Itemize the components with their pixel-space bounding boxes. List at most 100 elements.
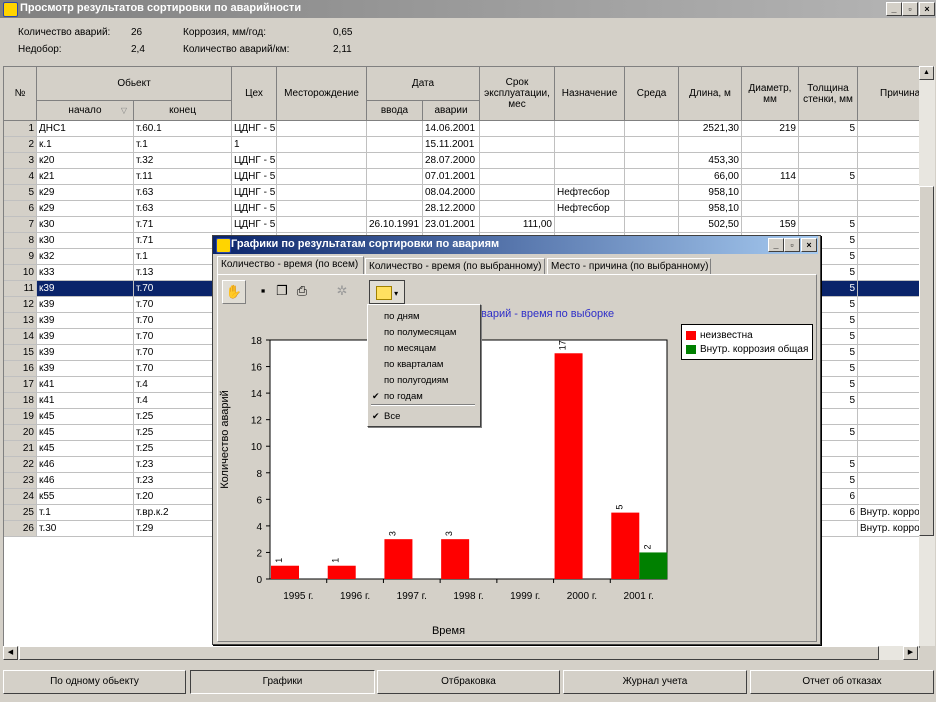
cell-shop[interactable]: ЦДНГ - 5 <box>232 169 277 185</box>
menu-item-years[interactable]: ✔ по годам <box>368 389 478 404</box>
cell-date_in[interactable] <box>367 185 423 201</box>
cell-end[interactable]: т.11 <box>134 169 232 185</box>
cell-shop[interactable]: ЦДНГ - 5 <box>232 185 277 201</box>
cell-end[interactable]: т.63 <box>134 201 232 217</box>
cell-cause[interactable] <box>858 425 919 441</box>
cell-n[interactable]: 26 <box>4 521 37 537</box>
cell-wall[interactable]: 5 <box>799 121 858 137</box>
cell-field[interactable] <box>277 185 367 201</box>
cell-start[interactable]: к20 <box>37 153 134 169</box>
menu-item-halfmonths[interactable]: по полумесяцам <box>368 325 478 340</box>
cell-start[interactable]: т.30 <box>37 521 134 537</box>
cell-start[interactable]: к39 <box>37 345 134 361</box>
cell-n[interactable]: 2 <box>4 137 37 153</box>
cell-start[interactable]: к45 <box>37 409 134 425</box>
cell-start[interactable]: к21 <box>37 169 134 185</box>
cell-date_fail[interactable]: 23.01.2001 <box>423 217 480 233</box>
cell-start[interactable]: ДНС1 <box>37 121 134 137</box>
cell-start[interactable]: к39 <box>37 361 134 377</box>
cell-n[interactable]: 24 <box>4 489 37 505</box>
cell-n[interactable]: 10 <box>4 265 37 281</box>
cell-diam[interactable]: 159 <box>742 217 799 233</box>
cell-start[interactable]: к32 <box>37 249 134 265</box>
cell-end[interactable]: т.32 <box>134 153 232 169</box>
cell-cause[interactable] <box>858 409 919 425</box>
close-button[interactable]: × <box>919 2 935 16</box>
cell-medium[interactable] <box>625 217 679 233</box>
cell-n[interactable]: 20 <box>4 425 37 441</box>
cell-date_fail[interactable]: 28.12.2000 <box>423 201 480 217</box>
cell-cause[interactable]: Внутр. корроз <box>858 505 919 521</box>
cell-n[interactable]: 9 <box>4 249 37 265</box>
cell-wall[interactable] <box>799 201 858 217</box>
cell-length[interactable]: 502,50 <box>679 217 742 233</box>
cell-medium[interactable] <box>625 201 679 217</box>
cell-medium[interactable] <box>625 153 679 169</box>
col-header-cause[interactable]: Причина <box>858 67 919 121</box>
cell-n[interactable]: 14 <box>4 329 37 345</box>
cell-start[interactable]: к29 <box>37 201 134 217</box>
cell-date_in[interactable] <box>367 201 423 217</box>
cell-field[interactable] <box>277 169 367 185</box>
col-header-field[interactable]: Месторождение <box>277 67 367 121</box>
col-header-medium[interactable]: Среда <box>625 67 679 121</box>
cell-life[interactable] <box>480 169 555 185</box>
cell-wall[interactable]: 5 <box>799 169 858 185</box>
tab-count-time-selected[interactable]: Количество - время (по выбранному) <box>365 258 545 274</box>
cell-life[interactable] <box>480 153 555 169</box>
cell-shop[interactable]: ЦДНГ - 5 <box>232 153 277 169</box>
table-row[interactable]: 1 ДНС1 т.60.1 ЦДНГ - 5 14.06.2001 2521,30 219 5 <box>4 121 919 137</box>
by-object-button[interactable]: По одному обьекту <box>3 670 186 694</box>
cell-date_fail[interactable]: 28.07.2000 <box>423 153 480 169</box>
cell-n[interactable]: 23 <box>4 473 37 489</box>
col-header-diameter[interactable]: Диаметр, мм <box>742 67 799 121</box>
cell-date_in[interactable] <box>367 121 423 137</box>
cell-diam[interactable]: 219 <box>742 121 799 137</box>
cell-cause[interactable] <box>858 473 919 489</box>
maximize-button[interactable]: ▫ <box>902 2 918 16</box>
cell-date_fail[interactable]: 08.04.2000 <box>423 185 480 201</box>
cell-field[interactable] <box>277 137 367 153</box>
cell-cause[interactable] <box>858 345 919 361</box>
cell-length[interactable]: 958,10 <box>679 201 742 217</box>
cell-cause[interactable] <box>858 233 919 249</box>
cell-date_fail[interactable]: 07.01.2001 <box>423 169 480 185</box>
table-row[interactable]: 6 к29 т.63 ЦДНГ - 5 28.12.2000 Нефтесбор 958,1… <box>4 201 919 217</box>
horizontal-scrollbar[interactable]: ◀ ▶ <box>3 646 919 660</box>
cell-cause[interactable] <box>858 169 919 185</box>
cell-wall[interactable] <box>799 137 858 153</box>
cell-date_in[interactable] <box>367 137 423 153</box>
cell-field[interactable] <box>277 217 367 233</box>
cell-date_in[interactable] <box>367 153 423 169</box>
cell-shop[interactable]: ЦДНГ - 5 <box>232 201 277 217</box>
cell-n[interactable]: 4 <box>4 169 37 185</box>
cell-end[interactable]: т.1 <box>134 137 232 153</box>
col-header-date-in[interactable]: ввода <box>367 101 423 121</box>
cell-field[interactable] <box>277 121 367 137</box>
period-dropdown-button[interactable]: ▾ <box>369 280 405 304</box>
cell-start[interactable]: к55 <box>37 489 134 505</box>
cell-n[interactable]: 3 <box>4 153 37 169</box>
cell-length[interactable]: 66,00 <box>679 169 742 185</box>
cell-wall[interactable] <box>799 153 858 169</box>
col-header-end[interactable]: конец <box>134 101 232 121</box>
cell-purpose[interactable] <box>555 153 625 169</box>
cell-medium[interactable] <box>625 169 679 185</box>
cell-n[interactable]: 13 <box>4 313 37 329</box>
cell-medium[interactable] <box>625 137 679 153</box>
cell-cause[interactable] <box>858 201 919 217</box>
cell-start[interactable]: к.1 <box>37 137 134 153</box>
cell-shop[interactable]: 1 <box>232 137 277 153</box>
cell-start[interactable]: к46 <box>37 473 134 489</box>
cell-start[interactable]: к39 <box>37 297 134 313</box>
scroll-up-icon[interactable]: ▲ <box>919 66 934 80</box>
report-button[interactable]: Отчет об отказах <box>750 670 934 694</box>
cell-cause[interactable] <box>858 153 919 169</box>
save-icon[interactable]: ▪ <box>256 280 270 302</box>
cell-cause[interactable] <box>858 265 919 281</box>
cell-field[interactable] <box>277 201 367 217</box>
cell-diam[interactable] <box>742 137 799 153</box>
cell-wall[interactable] <box>799 185 858 201</box>
cell-start[interactable]: т.1 <box>37 505 134 521</box>
tab-count-time-all[interactable]: Количество - время (по всем) <box>217 256 364 275</box>
